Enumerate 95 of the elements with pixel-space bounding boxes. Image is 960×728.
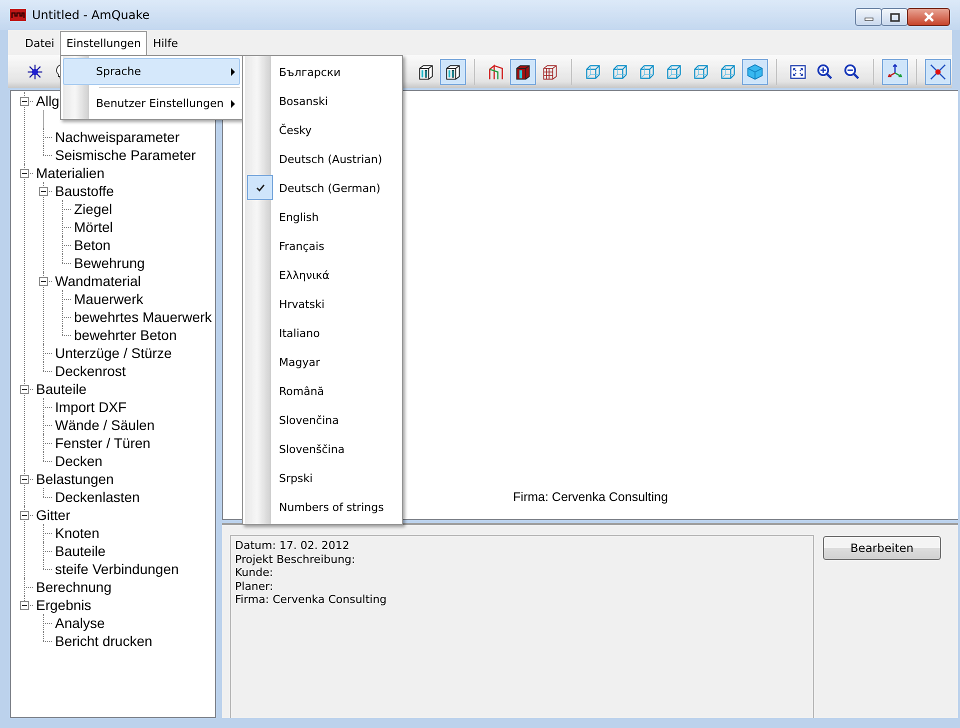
collapse-icon[interactable]: [20, 97, 29, 106]
language-option[interactable]: Bosanski: [279, 95, 328, 108]
tree-item[interactable]: Allg: [35, 93, 60, 109]
language-option[interactable]: Română: [279, 385, 324, 398]
company-caption: Firma: Cervenka Consulting: [513, 490, 668, 504]
language-option[interactable]: Numbers of strings: [279, 501, 384, 514]
maximize-icon: [890, 12, 900, 22]
tree-item[interactable]: Ergebnis: [35, 597, 92, 613]
language-option[interactable]: Български: [279, 66, 341, 79]
tree-item[interactable]: Fenster / Türen: [54, 435, 152, 451]
node-button[interactable]: [925, 58, 951, 84]
language-option[interactable]: Slovenčina: [279, 414, 339, 427]
tree-item[interactable]: Nachweisparameter: [54, 129, 180, 145]
tree-item[interactable]: Beton: [73, 237, 112, 253]
tree-item[interactable]: Bewehrung: [73, 255, 146, 271]
collapse-icon[interactable]: [20, 511, 29, 520]
solid-cube-icon: [746, 62, 764, 80]
cube-icon: [584, 62, 602, 80]
menu-item[interactable]: Hilfe: [146, 31, 184, 55]
tree-item[interactable]: Bauteile: [35, 381, 88, 397]
close-button[interactable]: [907, 8, 950, 26]
tree-item[interactable]: Unterzüge / Stürze: [54, 345, 173, 361]
collapse-icon[interactable]: [20, 601, 29, 610]
starburst-icon: [26, 62, 44, 80]
tree-item[interactable]: Ziegel: [73, 201, 114, 217]
solid-wall-icon: [514, 62, 532, 80]
tree-item[interactable]: Seismische Parameter: [54, 147, 197, 163]
building-icon: [417, 62, 435, 80]
menu-item[interactable]: Einstellungen: [60, 31, 147, 55]
edit-button[interactable]: Bearbeiten: [823, 536, 941, 560]
cube-icon: [611, 62, 629, 80]
tree-item[interactable]: Baustoffe: [54, 183, 115, 199]
tree-item[interactable]: Belastungen: [35, 471, 115, 487]
collapse-icon[interactable]: [20, 385, 29, 394]
menu-option[interactable]: Benutzer Einstellungen: [63, 90, 240, 117]
collapse-icon[interactable]: [20, 169, 29, 178]
language-option[interactable]: Srpski: [279, 472, 313, 485]
app-logo-icon: [10, 9, 26, 21]
tree-item[interactable]: steife Verbindungen: [54, 561, 180, 577]
cube-icon: [719, 62, 737, 80]
tree-item[interactable]: Decken: [54, 453, 104, 469]
zoom-in-icon: [816, 62, 834, 80]
frame-icon: [487, 62, 505, 80]
info-line: Firma: Cervenka Consulting: [235, 593, 388, 606]
tree-item[interactable]: Bauteile: [54, 543, 107, 559]
close-icon: [922, 12, 934, 22]
language-option[interactable]: Ελληνικά: [279, 269, 330, 282]
zoom-out-icon: [843, 62, 861, 80]
language-option[interactable]: Česky: [279, 124, 312, 137]
language-option[interactable]: English: [279, 211, 319, 224]
tree-item[interactable]: Mauerwerk: [73, 291, 144, 307]
tree-item[interactable]: Bericht drucken: [54, 633, 154, 649]
tree-item[interactable]: Berechnung: [35, 579, 113, 595]
tree-item[interactable]: Gitter: [35, 507, 72, 523]
collapse-icon[interactable]: [39, 187, 48, 196]
tree-item[interactable]: bewehrtes Mauerwerk: [73, 309, 213, 325]
collapse-icon[interactable]: [39, 277, 48, 286]
building-button[interactable]: [440, 58, 466, 84]
info-line: Datum: 17. 02. 2012: [235, 539, 350, 552]
language-option[interactable]: Hrvatski: [279, 298, 325, 311]
tree-item[interactable]: Wandmaterial: [54, 273, 142, 289]
language-option[interactable]: Slovenščina: [279, 443, 345, 456]
tree-item[interactable]: Analyse: [54, 615, 106, 631]
maximize-button[interactable]: [881, 8, 908, 26]
menu-option[interactable]: Sprache: [63, 58, 240, 85]
building-icon: [444, 62, 462, 80]
wireframe-wall-icon: [541, 62, 559, 80]
tree-item[interactable]: Import DXF: [54, 399, 128, 415]
cube-icon: [638, 62, 656, 80]
tree-item[interactable]: Deckenrost: [54, 363, 127, 379]
minimize-button[interactable]: [855, 8, 882, 26]
axes-button[interactable]: [882, 58, 908, 84]
node-icon: [929, 62, 947, 80]
tree-item[interactable]: Mörtel: [73, 219, 114, 235]
cube-icon: [665, 62, 683, 80]
cube-icon: [692, 62, 710, 80]
collapse-icon[interactable]: [20, 475, 29, 484]
language-option[interactable]: Italiano: [279, 327, 320, 340]
language-option[interactable]: Deutsch (Austrian): [279, 153, 382, 166]
solid-wall-button[interactable]: [510, 58, 536, 84]
fit-view-icon: [789, 62, 807, 80]
language-option[interactable]: Magyar: [279, 356, 320, 369]
info-line: Kunde:: [235, 566, 274, 580]
tree-item[interactable]: Materialien: [35, 165, 106, 181]
tree-item[interactable]: bewehrter Beton: [73, 327, 178, 343]
language-option[interactable]: Français: [279, 240, 324, 253]
window-title: Untitled - AmQuake: [32, 8, 151, 22]
tree-item[interactable]: Knoten: [54, 525, 100, 541]
language-option[interactable]: Deutsch (German): [279, 182, 380, 195]
tree-item[interactable]: Deckenlasten: [54, 489, 141, 505]
info-line: Planer:: [235, 580, 274, 593]
tree-item[interactable]: Wände / Säulen: [54, 417, 156, 433]
solid-cube-button[interactable]: [742, 58, 768, 84]
info-line: Projekt Beschreibung:: [235, 552, 356, 566]
menu-item[interactable]: Datei: [19, 31, 60, 55]
